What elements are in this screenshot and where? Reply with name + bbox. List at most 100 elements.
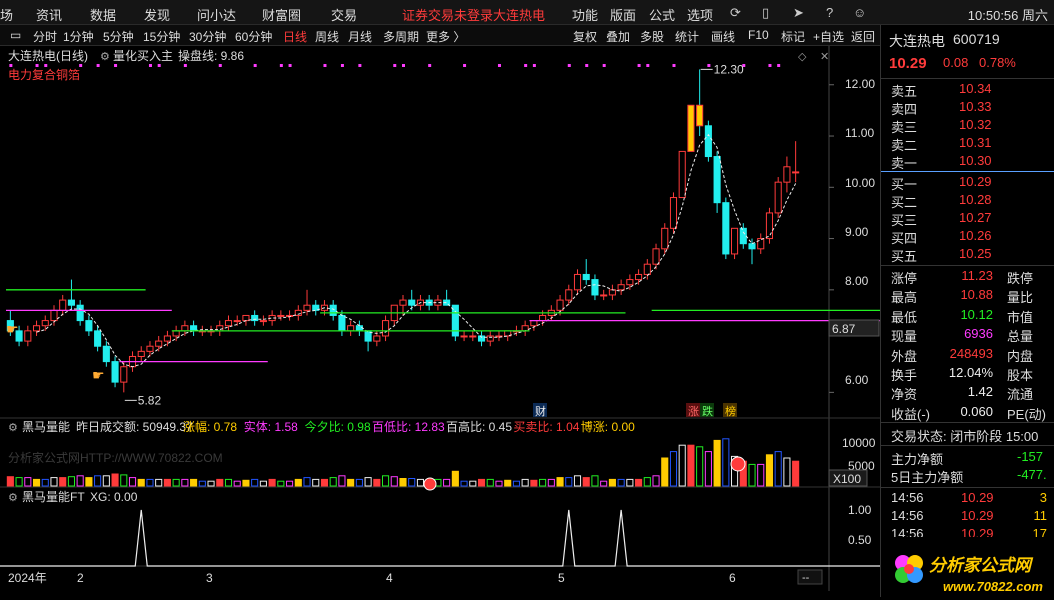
period-tab-1min[interactable]: 1分钟 [63,28,94,45]
price-tick: 9.00 [845,225,869,239]
signal-dot [96,64,100,67]
tick-volume: 11 [1033,508,1048,523]
logo-url: www.70822.com [943,579,1043,594]
btn-add-watch[interactable]: +自选 [813,28,844,45]
period-tab-more[interactable]: 更多 〉 [426,28,465,45]
mobile-icon[interactable]: ▯ [762,5,769,21]
period-tab-intraday[interactable]: 分时 [33,28,57,45]
ask-price: 10.31 [959,135,992,150]
stat-label-2: 量比 [1007,290,1034,306]
high-price-label: 12.30 [714,62,744,76]
candle-body [704,125,712,158]
volume-bar [381,475,390,487]
btn-mark[interactable]: 标记 [781,28,805,45]
refresh-icon[interactable]: ⟳ [730,5,741,21]
flower-logo: 分析家公式网 www.70822.com [895,555,1043,594]
btn-f10[interactable]: F10 [748,28,769,42]
ask-price: 10.33 [959,99,992,114]
candle-body [50,309,58,322]
signal-dot [253,64,257,67]
quote-row: 外盘 248493 内盘 [881,346,1054,364]
quote-row: 净资 1.42 流通 [881,384,1054,402]
period-tab-30min[interactable]: 30分钟 [189,28,226,45]
volume-bar [50,477,58,487]
vol-stat: 百低比: 12.83 [372,420,445,434]
period-tab-daily[interactable]: 日线 [283,28,307,45]
volume-bar [635,478,643,487]
candle-body [669,197,678,229]
login-status[interactable]: 证券交易未登录 [402,5,493,24]
candle-body [652,248,660,265]
stat-label: 收益(-) [891,406,930,422]
btn-restore-right[interactable]: 复权 [573,28,597,45]
indicator-name[interactable]: 量化买入主 [113,49,173,63]
candle-body [59,299,67,311]
menu-item-options[interactable]: 选项 [687,5,713,24]
candle-body [76,304,84,322]
menu-item-discover[interactable]: 发现 [144,5,170,24]
btn-overlay[interactable]: 叠加 [606,28,630,45]
period-tab-monthly[interactable]: 月线 [348,28,372,45]
menu-item-0[interactable]: 场 [0,5,13,24]
menu-item-wealth[interactable]: 财富圈 [262,5,301,24]
volume-bar [155,478,163,487]
menu-item-formula[interactable]: 公式 [649,5,675,24]
candle-body [722,202,730,255]
candle-body [469,335,477,338]
period-tab-weekly[interactable]: 周线 [315,28,339,45]
close-icon[interactable]: ✕ [820,51,829,63]
send-icon[interactable]: ➤ [793,5,804,21]
candle-body [102,345,110,363]
settings-icon[interactable]: ⚙ [100,51,110,63]
menu-item-data[interactable]: 数据 [90,5,116,24]
signal-dots [9,64,781,67]
volume-bar [774,451,782,487]
candle-body [41,320,49,327]
diamond-icon[interactable]: ◇ [798,51,807,63]
help-icon[interactable]: ? [826,5,833,20]
stat-value: 1.42 [967,384,993,400]
scroll-dash[interactable]: -- [802,572,810,584]
volume-bar [748,463,756,487]
event-tag-rank: 榜 [725,404,736,418]
menu-item-ask[interactable]: 问小达 [197,5,236,24]
volume-bar [24,477,32,487]
stat-value: 11.23 [961,268,993,283]
account-icon[interactable]: ☺ [853,5,866,20]
stock-code: 600719 [953,31,1000,47]
buy-mark-icon [423,477,437,491]
volume-bar [696,446,704,487]
vol-settings-icon[interactable]: ⚙ [8,422,18,434]
rect-icon[interactable]: ▭ [10,28,21,42]
candle-body [85,320,93,332]
candle-body [521,325,529,332]
period-tab-multi[interactable]: 多周期 [383,28,419,45]
price-pct: 0.78% [979,55,1016,70]
period-tab-5min[interactable]: 5分钟 [103,28,134,45]
kline-chart[interactable]: 大连热电(日线) ⚙ 量化买入主 操盘线: 9.86 电力复合铜箔 ◇ ✕ 12… [0,46,880,591]
menu-item-layout[interactable]: 版面 [610,5,636,24]
signal-dot [707,64,711,67]
btn-back[interactable]: 返回 [851,28,875,45]
period-tab-60min[interactable]: 60分钟 [235,28,272,45]
btn-multi-stock[interactable]: 多股 [640,28,664,45]
bid-price: 10.27 [959,210,992,225]
candle-body [172,330,180,337]
btn-draw[interactable]: 画线 [711,28,735,45]
btn-stats[interactable]: 统计 [675,28,699,45]
volume-bar [172,478,180,487]
candle-body [591,279,599,296]
candle-body [224,320,233,327]
bid-level-label: 买五 [891,249,918,264]
menu-item-trade[interactable]: 交易 [331,5,357,24]
signal-dot [279,64,283,67]
price-tick: 10.00 [845,176,875,190]
menu-item-function[interactable]: 功能 [572,5,598,24]
period-tab-15min[interactable]: 15分钟 [143,28,180,45]
ft-settings-icon[interactable]: ⚙ [8,492,18,504]
menu-item-news[interactable]: 资讯 [36,5,62,24]
stat-label-2: 总量 [1007,329,1034,345]
volume-bar [76,475,84,487]
signal-dot [567,64,571,67]
quote-row: 最低 10.12 市值 [881,307,1054,325]
